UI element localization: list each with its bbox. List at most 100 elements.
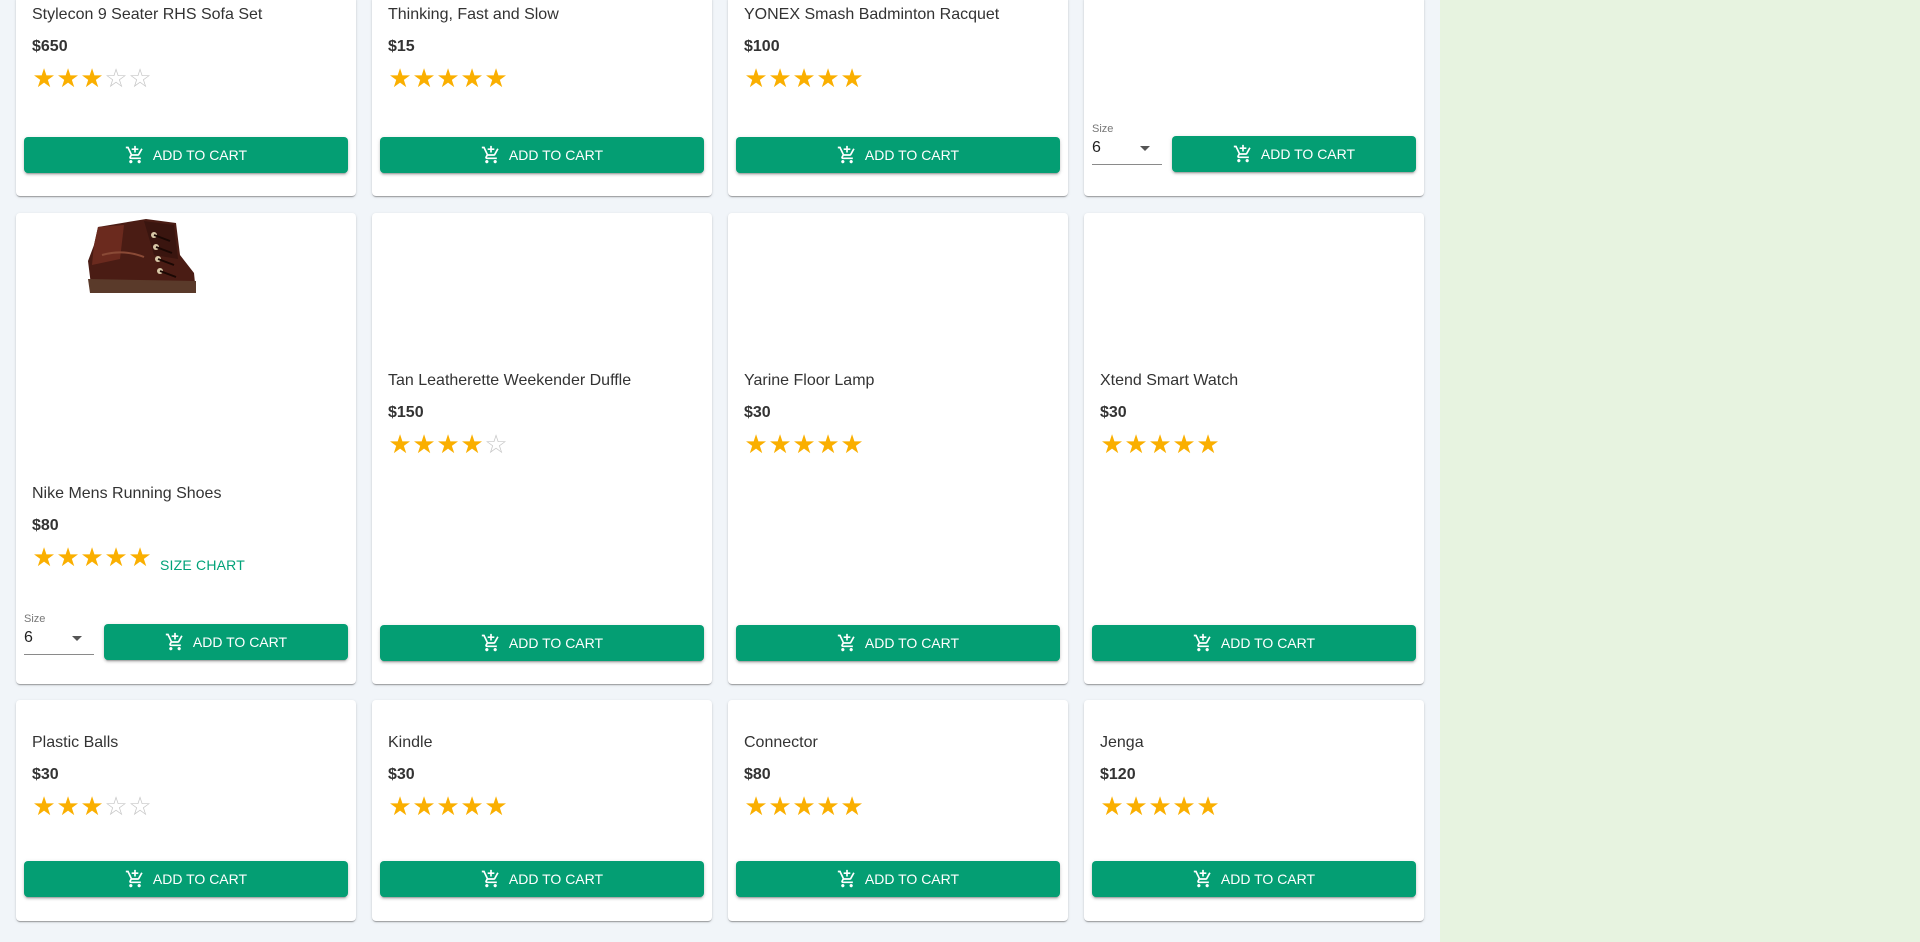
star-filled-icon[interactable]: ★ [1196,431,1220,457]
rating-stars[interactable]: ★ ★ ★ ★ ★ [744,431,864,457]
star-filled-icon[interactable]: ★ [460,431,484,457]
star-filled-icon[interactable]: ★ [840,793,864,819]
product-title: Plastic Balls [32,734,119,751]
star-filled-icon[interactable]: ★ [388,431,412,457]
star-filled-icon[interactable]: ★ [484,793,508,819]
star-filled-icon[interactable]: ★ [56,544,80,570]
star-filled-icon[interactable]: ★ [792,431,816,457]
star-empty-icon[interactable]: ☆ [128,793,152,819]
star-filled-icon[interactable]: ★ [744,65,768,91]
star-filled-icon[interactable]: ★ [32,65,56,91]
star-filled-icon[interactable]: ★ [436,65,460,91]
star-filled-icon[interactable]: ★ [792,65,816,91]
rating-stars[interactable]: ★ ★ ★ ★ ★ [744,793,864,819]
star-filled-icon[interactable]: ★ [768,793,792,819]
star-filled-icon[interactable]: ★ [1124,431,1148,457]
add-to-cart-button[interactable]: ADD TO CART [380,625,704,661]
product-title: Kindle [388,734,433,751]
star-filled-icon[interactable]: ★ [412,793,436,819]
star-filled-icon[interactable]: ★ [436,793,460,819]
star-filled-icon[interactable]: ★ [388,793,412,819]
star-filled-icon[interactable]: ★ [1100,793,1124,819]
star-filled-icon[interactable]: ★ [840,65,864,91]
rating-stars[interactable]: ★ ★ ★ ★ ★ [1100,431,1220,457]
star-filled-icon[interactable]: ★ [104,544,128,570]
cart-add-icon [481,869,499,888]
rating-stars[interactable]: ★ ★ ★ ★ ★ [744,65,864,91]
add-to-cart-label: ADD TO CART [152,871,248,887]
star-filled-icon[interactable]: ★ [56,793,80,819]
add-to-cart-button[interactable]: ADD TO CART [24,137,348,173]
cart-add-icon [1193,633,1211,652]
star-filled-icon[interactable]: ★ [388,65,412,91]
star-filled-icon[interactable]: ★ [1148,431,1172,457]
add-to-cart-button[interactable]: ADD TO CART [104,624,348,660]
add-to-cart-button[interactable]: ADD TO CART [1092,625,1416,661]
add-to-cart-button[interactable]: ADD TO CART [1092,861,1416,897]
add-to-cart-button[interactable]: ADD TO CART [380,861,704,897]
star-filled-icon[interactable]: ★ [768,65,792,91]
rating-stars[interactable]: ★ ★ ★ ★ ★ [388,793,508,819]
star-empty-icon[interactable]: ☆ [104,65,128,91]
add-to-cart-button[interactable]: ADD TO CART [736,861,1060,897]
size-select[interactable]: Size 6 [24,613,94,655]
star-filled-icon[interactable]: ★ [816,793,840,819]
star-filled-icon[interactable]: ★ [1196,793,1220,819]
star-filled-icon[interactable]: ★ [816,431,840,457]
product-card: YONEX Smash Badminton Racquet $100 ★ ★ ★ ★ ★… [728,0,1068,196]
add-to-cart-label: ADD TO CART [1220,871,1316,887]
star-filled-icon[interactable]: ★ [32,793,56,819]
star-filled-icon[interactable]: ★ [80,544,104,570]
star-filled-icon[interactable]: ★ [1124,793,1148,819]
star-filled-icon[interactable]: ★ [412,65,436,91]
add-to-cart-button[interactable]: ADD TO CART [380,137,704,173]
product-card: Plastic Balls $30 ★ ★ ★ ☆ ☆ ADD TO CART [16,700,356,921]
rating-stars[interactable]: ★ ★ ★ ★ ☆ [388,431,508,457]
cart-add-icon [125,145,143,164]
star-filled-icon[interactable]: ★ [460,793,484,819]
add-to-cart-button[interactable]: ADD TO CART [1172,136,1416,172]
star-filled-icon[interactable]: ★ [840,431,864,457]
star-filled-icon[interactable]: ★ [1100,431,1124,457]
star-filled-icon[interactable]: ★ [1172,431,1196,457]
rating-stars[interactable]: ★ ★ ★ ★ ★ [1100,793,1220,819]
star-filled-icon[interactable]: ★ [792,793,816,819]
size-select[interactable]: Size 6 [1092,123,1162,165]
star-filled-icon[interactable]: ★ [32,544,56,570]
product-title: Thinking, Fast and Slow [388,6,559,23]
add-to-cart-button[interactable]: ADD TO CART [736,137,1060,173]
star-filled-icon[interactable]: ★ [1172,793,1196,819]
star-filled-icon[interactable]: ★ [80,793,104,819]
star-empty-icon[interactable]: ☆ [128,65,152,91]
product-title: Stylecon 9 Seater RHS Sofa Set [32,6,263,23]
product-title: Tan Leatherette Weekender Duffle [388,372,632,389]
star-filled-icon[interactable]: ★ [412,431,436,457]
side-panel [1440,0,1920,942]
add-to-cart-label: ADD TO CART [508,871,604,887]
size-chart-link[interactable]: SIZE CHART [160,557,245,573]
rating-stars[interactable]: ★ ★ ★ ☆ ☆ [32,65,152,91]
star-filled-icon[interactable]: ★ [128,544,152,570]
rating-stars[interactable]: ★ ★ ★ ★ ★ [388,65,508,91]
rating-stars[interactable]: ★ ★ ★ ☆ ☆ [32,793,152,819]
rating-stars[interactable]: ★ ★ ★ ★ ★ [32,544,152,570]
star-filled-icon[interactable]: ★ [744,431,768,457]
star-filled-icon[interactable]: ★ [744,793,768,819]
cart-add-icon [1233,144,1251,163]
star-empty-icon[interactable]: ☆ [104,793,128,819]
product-price: $650 [32,38,68,55]
star-filled-icon[interactable]: ★ [1148,793,1172,819]
star-filled-icon[interactable]: ★ [436,431,460,457]
star-filled-icon[interactable]: ★ [768,431,792,457]
add-to-cart-button[interactable]: ADD TO CART [736,625,1060,661]
star-empty-icon[interactable]: ☆ [484,431,508,457]
product-price: $30 [388,766,415,783]
star-filled-icon[interactable]: ★ [816,65,840,91]
product-price: $30 [744,404,771,421]
star-filled-icon[interactable]: ★ [80,65,104,91]
add-to-cart-button[interactable]: ADD TO CART [24,861,348,897]
star-filled-icon[interactable]: ★ [460,65,484,91]
star-filled-icon[interactable]: ★ [484,65,508,91]
star-filled-icon[interactable]: ★ [56,65,80,91]
product-price: $100 [744,38,780,55]
